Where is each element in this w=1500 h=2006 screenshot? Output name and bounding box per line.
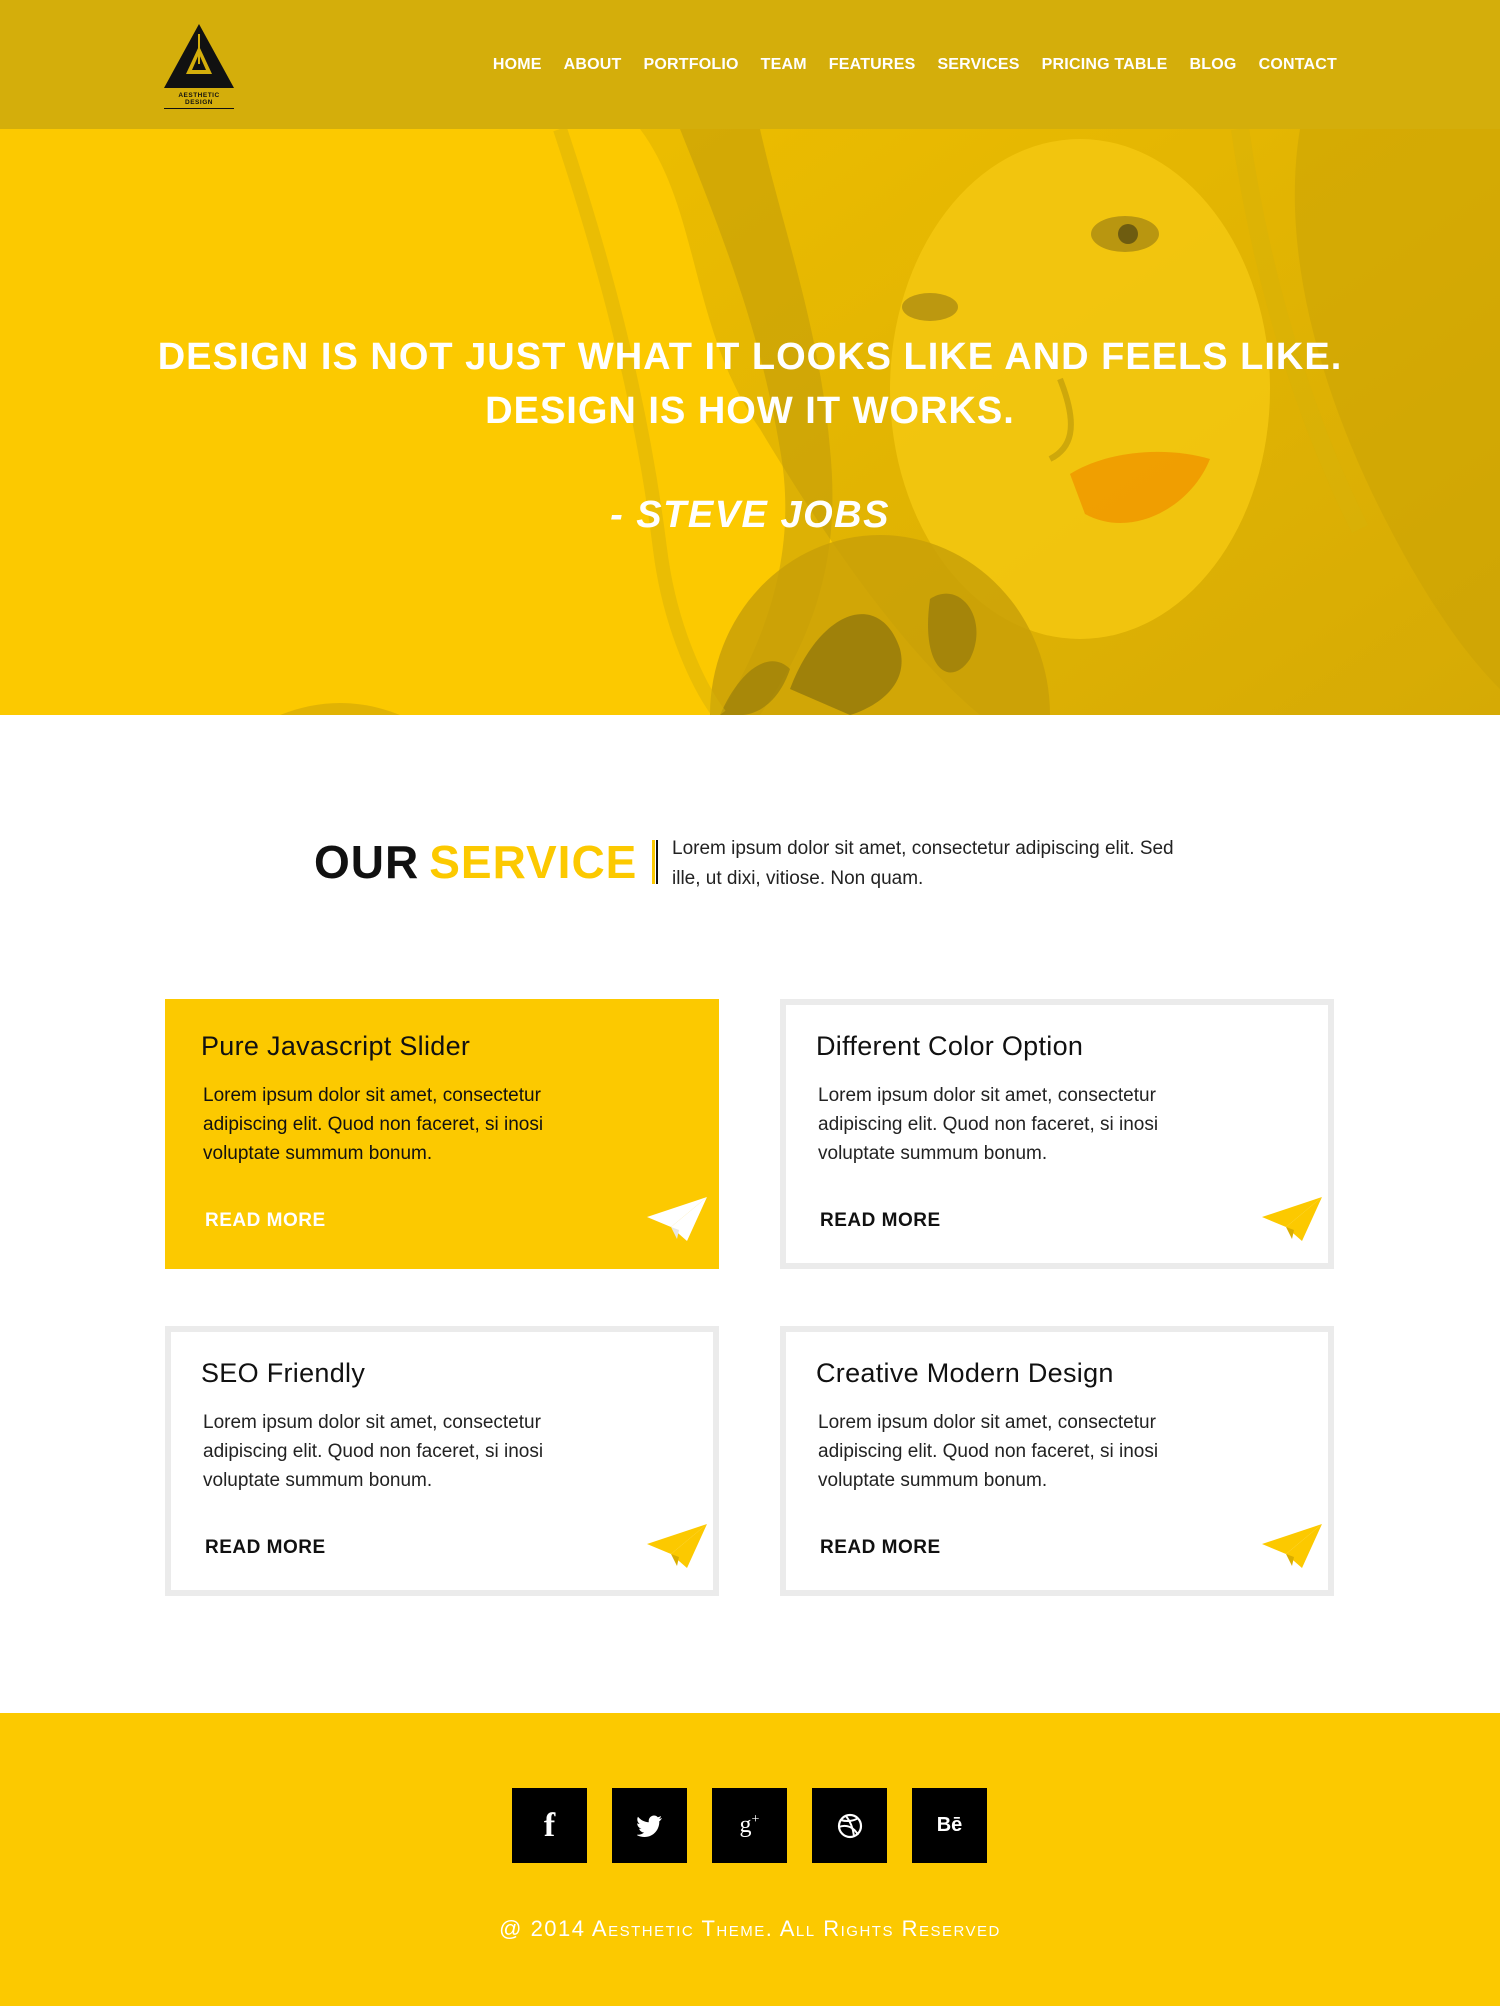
nav-services[interactable]: SERVICES xyxy=(937,56,1019,74)
services-heading-divider xyxy=(652,840,658,884)
service-card-title: Creative Modern Design xyxy=(816,1358,1114,1388)
nav-features[interactable]: FEATURES xyxy=(829,56,916,74)
paper-plane-icon xyxy=(647,1524,707,1568)
social-links: f g+ Bē xyxy=(512,1788,987,1863)
dribbble-button[interactable] xyxy=(812,1788,887,1863)
site-header: AESTHETIC DESIGN HOME ABOUT PORTFOLIO TE… xyxy=(0,0,1500,129)
dribbble-icon xyxy=(837,1813,862,1838)
hero-quote: DESIGN IS NOT JUST WHAT IT LOOKS LIKE AN… xyxy=(0,330,1500,438)
service-card[interactable]: Creative Modern Design Lorem ipsum dolor… xyxy=(780,1326,1334,1596)
facebook-button[interactable]: f xyxy=(512,1788,587,1863)
nav-portfolio[interactable]: PORTFOLIO xyxy=(644,56,739,74)
facebook-icon: f xyxy=(543,1806,556,1844)
nav-home[interactable]: HOME xyxy=(493,56,542,74)
copyright-text: @ 2014 Aesthetic Theme. All Rights Reser… xyxy=(499,1916,1001,1941)
twitter-button[interactable] xyxy=(612,1788,687,1863)
services-heading: OUR SERVICE xyxy=(314,835,637,889)
paper-plane-icon xyxy=(1262,1524,1322,1568)
behance-button[interactable]: Bē xyxy=(912,1788,987,1863)
nav-team[interactable]: TEAM xyxy=(761,56,807,74)
hero-quote-line-2: DESIGN IS HOW IT WORKS. xyxy=(485,390,1015,432)
logo-text: AESTHETIC DESIGN xyxy=(164,92,234,109)
hero-quote-author: - STEVE JOBS xyxy=(610,494,890,536)
logo[interactable]: AESTHETIC DESIGN xyxy=(164,24,234,109)
main-nav: HOME ABOUT PORTFOLIO TEAM FEATURES SERVI… xyxy=(493,56,1337,74)
google-plus-button[interactable]: g+ xyxy=(712,1788,787,1863)
nav-about[interactable]: ABOUT xyxy=(564,56,622,74)
logo-mark-icon xyxy=(164,24,234,88)
service-card-title: Different Color Option xyxy=(816,1031,1084,1061)
services-intro: Lorem ipsum dolor sit amet, consectetur … xyxy=(672,838,1174,889)
read-more-link[interactable]: READ MORE xyxy=(205,1537,326,1559)
service-card-title: SEO Friendly xyxy=(201,1358,366,1388)
read-more-link[interactable]: READ MORE xyxy=(820,1537,941,1559)
site-footer: f g+ Bē @ 2014 Aesthetic Theme. All Righ… xyxy=(0,1713,1500,2006)
hero-banner: DESIGN IS NOT JUST WHAT IT LOOKS LIKE AN… xyxy=(0,129,1500,715)
nav-blog[interactable]: BLOG xyxy=(1190,56,1237,74)
paper-plane-icon xyxy=(1262,1197,1322,1241)
service-card[interactable]: Different Color Option Lorem ipsum dolor… xyxy=(780,999,1334,1269)
nav-contact[interactable]: CONTACT xyxy=(1259,56,1337,74)
paper-plane-icon xyxy=(647,1197,707,1241)
google-plus-icon: g+ xyxy=(739,1812,760,1838)
read-more-link[interactable]: READ MORE xyxy=(820,1210,941,1232)
service-card-text: Lorem ipsum dolor sit amet, consectetur … xyxy=(818,1412,1159,1491)
service-card-title: Pure Javascript Slider xyxy=(201,1031,471,1061)
services-heading-word-2: SERVICE xyxy=(429,836,638,888)
service-card[interactable]: SEO Friendly Lorem ipsum dolor sit amet,… xyxy=(165,1326,719,1596)
behance-icon: Bē xyxy=(936,1814,963,1836)
service-card-text: Lorem ipsum dolor sit amet, consectetur … xyxy=(818,1085,1159,1164)
services-heading-word-1: OUR xyxy=(314,836,420,888)
twitter-icon xyxy=(636,1815,662,1837)
hero-quote-line-1: DESIGN IS NOT JUST WHAT IT LOOKS LIKE AN… xyxy=(157,336,1343,378)
service-card-text: Lorem ipsum dolor sit amet, consectetur … xyxy=(203,1085,544,1164)
read-more-link[interactable]: READ MORE xyxy=(205,1210,326,1232)
nav-pricing-table[interactable]: PRICING TABLE xyxy=(1042,56,1168,74)
service-card[interactable]: Pure Javascript Slider Lorem ipsum dolor… xyxy=(165,999,719,1269)
service-card-text: Lorem ipsum dolor sit amet, consectetur … xyxy=(203,1412,544,1491)
